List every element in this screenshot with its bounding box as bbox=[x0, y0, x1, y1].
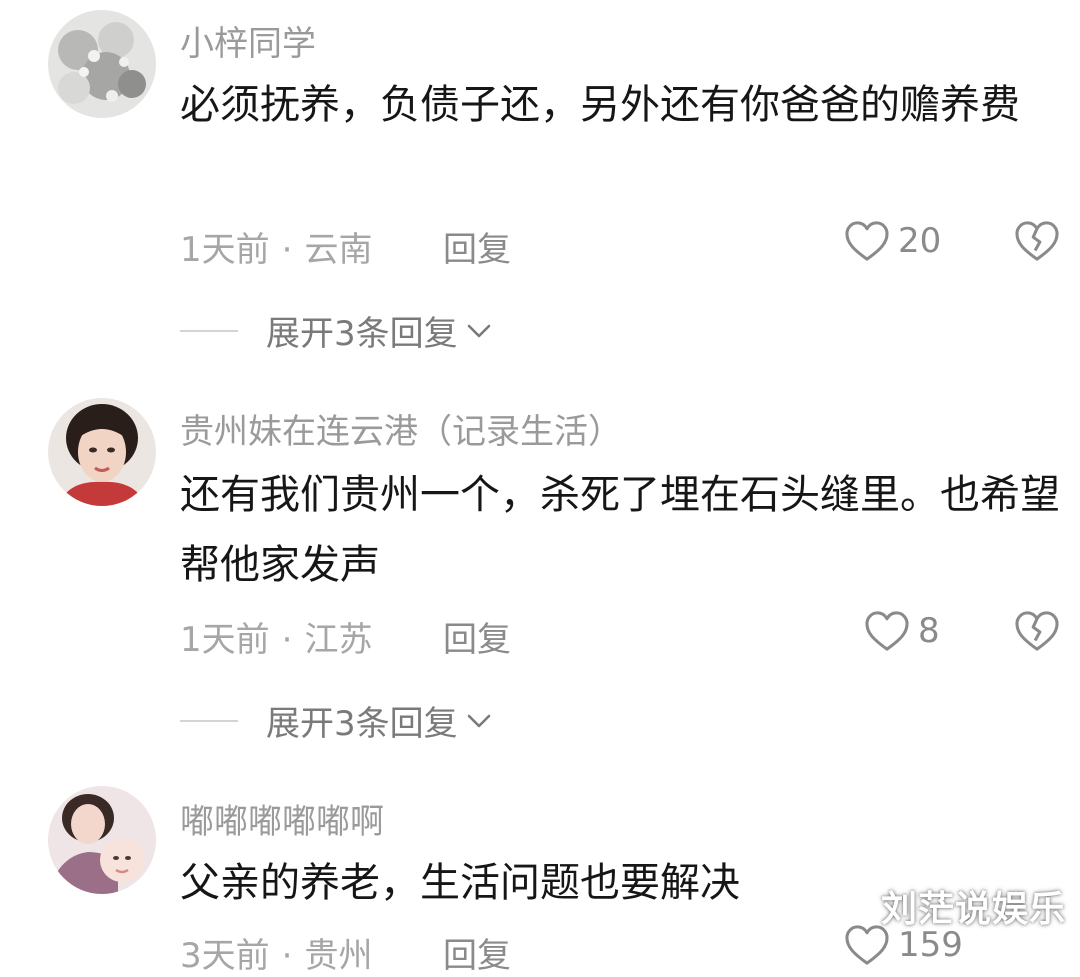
chevron-down-icon bbox=[467, 714, 490, 727]
broken-heart-icon[interactable] bbox=[1014, 220, 1060, 262]
meta-separator: · bbox=[281, 620, 293, 660]
expand-replies-label: 展开3条回复 bbox=[266, 314, 458, 354]
username[interactable]: 贵州妹在连云港（记录生活） bbox=[180, 404, 622, 453]
reply-button[interactable]: 回复 bbox=[443, 612, 511, 661]
comment-location: 云南 bbox=[304, 230, 373, 270]
comment-meta: 1天前 · 云南 bbox=[180, 222, 372, 271]
comment-location: 贵州 bbox=[304, 936, 373, 976]
comment-meta: 3天前 · 贵州 bbox=[180, 928, 372, 977]
comment-time: 1天前 bbox=[180, 230, 270, 270]
comment-text: 必须抚养，负债子还，另外还有你爸爸的赡养费 bbox=[180, 82, 1020, 128]
like-button[interactable]: 20 bbox=[844, 220, 941, 262]
chevron-down-icon bbox=[467, 324, 490, 337]
username[interactable]: 小梓同学 bbox=[180, 16, 316, 65]
comment-time: 1天前 bbox=[180, 620, 270, 660]
like-button[interactable]: 8 bbox=[864, 610, 940, 652]
meta-separator: · bbox=[281, 936, 293, 976]
heart-outline-icon bbox=[865, 611, 909, 651]
divider-line bbox=[180, 719, 238, 722]
like-count: 8 bbox=[918, 611, 940, 651]
like-count: 20 bbox=[898, 221, 942, 261]
divider-line bbox=[180, 329, 238, 332]
comment-time: 3天前 bbox=[180, 936, 270, 976]
meta-separator: · bbox=[281, 230, 293, 270]
username[interactable]: 嘟嘟嘟嘟嘟啊 bbox=[180, 794, 384, 843]
expand-replies[interactable]: 展开3条回复 bbox=[180, 696, 492, 745]
reply-button[interactable]: 回复 bbox=[443, 928, 511, 977]
watermark: 刘茫说娱乐 bbox=[880, 889, 1066, 930]
reply-button[interactable]: 回复 bbox=[443, 222, 511, 271]
avatar[interactable] bbox=[48, 10, 156, 118]
avatar[interactable] bbox=[48, 398, 156, 506]
comment-location: 江苏 bbox=[304, 620, 373, 660]
broken-heart-icon[interactable] bbox=[1014, 610, 1060, 652]
avatar[interactable] bbox=[48, 786, 156, 894]
comment-text: 还有我们贵州一个，杀死了埋在石头缝里。也希望帮他家发声 bbox=[180, 472, 1060, 588]
heart-outline-icon bbox=[845, 221, 889, 261]
comment-meta: 1天前 · 江苏 bbox=[180, 612, 372, 661]
expand-replies[interactable]: 展开3条回复 bbox=[180, 306, 492, 355]
expand-replies-label: 展开3条回复 bbox=[266, 704, 458, 744]
